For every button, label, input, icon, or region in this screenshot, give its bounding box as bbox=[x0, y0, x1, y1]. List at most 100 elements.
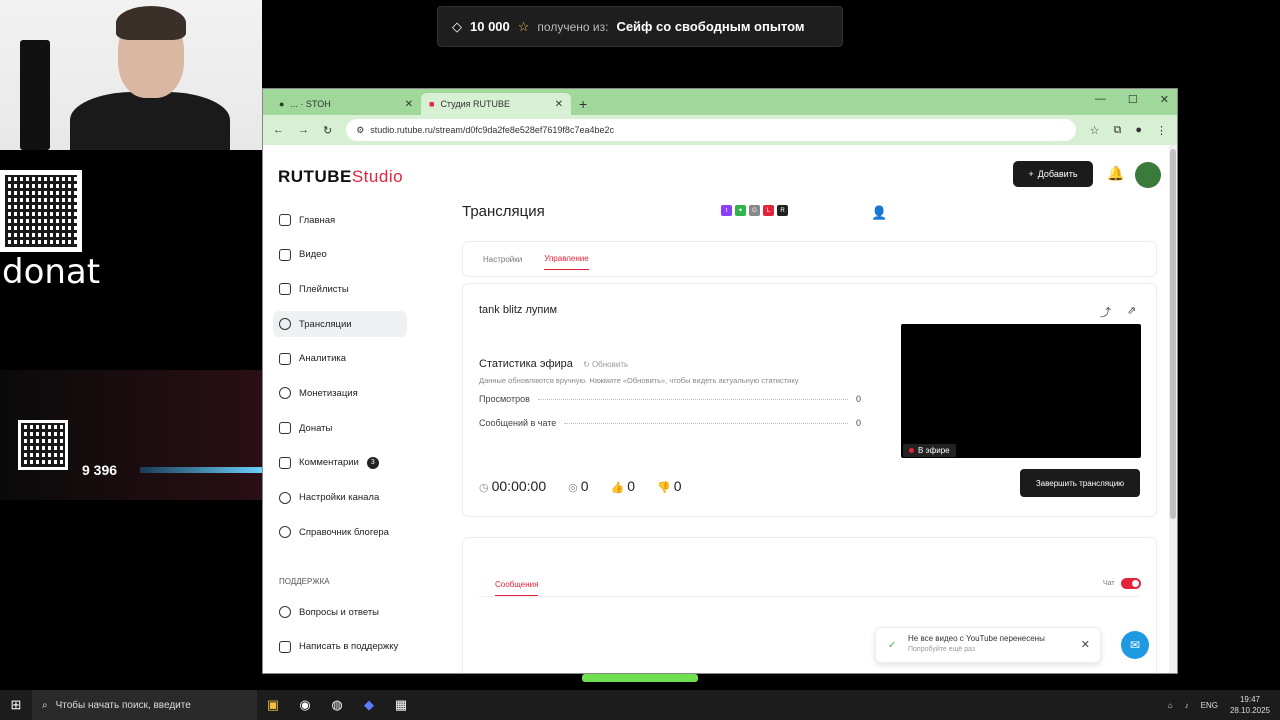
file-explorer-icon[interactable]: ▣ bbox=[257, 690, 289, 720]
address-bar-row: ← → ↻ ⚙ studio.rutube.ru/stream/d0fc9da2… bbox=[263, 115, 1177, 145]
window-controls: — ☐ ✕ bbox=[1095, 93, 1169, 106]
external-link-icon[interactable]: ⇗ bbox=[1127, 304, 1136, 317]
close-tab-icon[interactable]: ✕ bbox=[555, 99, 563, 110]
chrome-icon[interactable]: ◉ bbox=[289, 690, 321, 720]
sidebar-item-monetization[interactable]: Монетизация bbox=[273, 380, 407, 406]
alert-toast: ◇ 10 000 ☆ получено из: Сейф со свободны… bbox=[437, 6, 843, 47]
maximize-icon[interactable]: ☐ bbox=[1128, 93, 1138, 106]
tab-label: Студия RUTUBE bbox=[440, 99, 511, 109]
viewers-icon: ◎ bbox=[568, 482, 578, 494]
sidebar-item-label: Настройки канала bbox=[299, 492, 380, 503]
reload-icon[interactable]: ↻ bbox=[323, 124, 332, 137]
sidebar-item-blogger-guide[interactable]: Справочник блогера bbox=[273, 519, 407, 545]
taskbar-search[interactable]: ⌕ Чтобы начать поиск, введите bbox=[32, 690, 257, 720]
close-tab-icon[interactable]: ✕ bbox=[405, 99, 413, 110]
url-field[interactable]: ⚙ studio.rutube.ru/stream/d0fc9da2fe8e52… bbox=[346, 119, 1076, 141]
bookmark-star-icon[interactable]: ☆ bbox=[1090, 124, 1100, 137]
tab-management[interactable]: Управление bbox=[544, 254, 589, 270]
stat-value: 0 bbox=[855, 418, 861, 428]
sidebar-item-home[interactable]: Главная bbox=[273, 207, 407, 233]
browser-tab-stoh[interactable]: ● ... · STOH ✕ bbox=[271, 93, 421, 115]
user-icon[interactable]: 👤 bbox=[871, 205, 887, 221]
bell-icon[interactable]: 🔔 bbox=[1107, 165, 1124, 182]
clock-icon: ◷ bbox=[479, 482, 489, 494]
star-icon: ☆ bbox=[517, 18, 530, 34]
sidebar-item-comments[interactable]: Комментарии 3 bbox=[273, 450, 407, 476]
chat-toggle[interactable] bbox=[1121, 578, 1141, 589]
tab-settings[interactable]: Настройки bbox=[483, 255, 522, 264]
sidebar-item-faq[interactable]: Вопросы и ответы bbox=[273, 599, 413, 625]
sidebar-item-label: Видео bbox=[299, 249, 327, 261]
messenger-icon[interactable]: ◆ bbox=[353, 690, 385, 720]
windows-start-icon[interactable]: ⊞ bbox=[0, 690, 32, 720]
network-icon[interactable]: ⌂ bbox=[1168, 701, 1173, 710]
menu-icon[interactable]: ⋮ bbox=[1156, 124, 1167, 137]
share-icon[interactable]: ⤴ bbox=[1100, 304, 1111, 320]
platform-green-icon[interactable]: ✦ bbox=[735, 205, 746, 216]
url-text: studio.rutube.ru/stream/d0fc9da2fe8e528e… bbox=[370, 125, 614, 135]
person-body bbox=[70, 92, 230, 150]
platform-dark-icon[interactable]: R bbox=[777, 205, 788, 216]
overlay-strip bbox=[582, 674, 698, 682]
sidebar-item-analytics[interactable]: Аналитика bbox=[273, 346, 407, 372]
platform-icons: t ✦ G L R bbox=[721, 205, 788, 216]
google-icon[interactable]: G bbox=[749, 205, 760, 216]
viewers-count: 0 bbox=[580, 478, 589, 494]
sidebar-item-playlists[interactable]: Плейлисты bbox=[273, 276, 407, 302]
app-icon[interactable]: ▦ bbox=[385, 690, 417, 720]
sidebar-item-streams[interactable]: Трансляции bbox=[273, 311, 407, 338]
search-icon: ⌕ bbox=[42, 699, 48, 711]
close-notification-icon[interactable]: ✕ bbox=[1081, 638, 1090, 651]
volume-icon[interactable]: ♪ bbox=[1185, 701, 1189, 710]
qr-code-large bbox=[0, 170, 82, 252]
minimize-icon[interactable]: — bbox=[1095, 93, 1106, 106]
profile-icon[interactable]: ● bbox=[1135, 124, 1142, 136]
support-heading: ПОДДЕРЖКА bbox=[279, 577, 330, 586]
sidebar-item-channel-settings[interactable]: Настройки канала bbox=[273, 485, 407, 511]
toast-from: получено из: bbox=[537, 19, 609, 34]
microphone bbox=[20, 40, 50, 150]
twitch-icon[interactable]: t bbox=[721, 205, 732, 216]
live-label: В эфире bbox=[918, 446, 950, 455]
stream-counters: ◷ 00:00:00 ◎ 0 👍 0 👎 0 bbox=[479, 478, 682, 494]
sidebar-item-label: Справочник блогера bbox=[299, 526, 389, 538]
obs-icon[interactable]: ◍ bbox=[321, 690, 353, 720]
search-placeholder: Чтобы начать поиск, введите bbox=[55, 699, 191, 711]
sidebar-item-label: Плейлисты bbox=[299, 283, 349, 295]
dislikes-count: 0 bbox=[673, 478, 682, 494]
stream-preview[interactable] bbox=[901, 324, 1141, 458]
tab-messages[interactable]: Сообщения bbox=[495, 580, 539, 596]
refresh-button[interactable]: ↻ Обновить bbox=[583, 360, 628, 369]
live-platform-icon[interactable]: L bbox=[763, 205, 774, 216]
gear-icon bbox=[279, 491, 291, 504]
live-badge: В эфире bbox=[903, 444, 956, 457]
end-stream-button[interactable]: Завершить трансляцию bbox=[1020, 469, 1140, 497]
taskbar: ⊞ ⌕ Чтобы начать поиск, введите ▣ ◉ ◍ ◆ ▦… bbox=[0, 690, 1280, 720]
webcam-feed bbox=[0, 0, 262, 150]
sidebar-item-donations[interactable]: Донаты bbox=[273, 415, 407, 441]
extensions-icon[interactable]: ⧉ bbox=[1113, 124, 1121, 137]
close-window-icon[interactable]: ✕ bbox=[1160, 93, 1169, 106]
plus-icon: + bbox=[1028, 169, 1034, 179]
sidebar-item-contact-support[interactable]: Написать в поддержку bbox=[273, 634, 413, 660]
sidebar-item-label: Вопросы и ответы bbox=[299, 606, 380, 618]
browser-tab-rutube[interactable]: ■ Студия RUTUBE ✕ bbox=[421, 93, 571, 115]
notification-subtitle[interactable]: Попробуйте ещё раз bbox=[908, 646, 1092, 653]
sidebar-item-videos[interactable]: Видео bbox=[273, 242, 407, 268]
sidebar-item-label: Донаты bbox=[299, 422, 333, 434]
language-indicator[interactable]: ENG bbox=[1201, 701, 1218, 710]
scrollbar[interactable] bbox=[1169, 145, 1177, 673]
back-icon[interactable]: ← bbox=[273, 124, 284, 136]
support-section: Вопросы и ответы Написать в поддержку bbox=[273, 599, 413, 668]
stat-value: 0 bbox=[855, 394, 861, 404]
new-tab-button[interactable]: + bbox=[579, 93, 587, 115]
add-button[interactable]: + Добавить bbox=[1013, 161, 1093, 187]
rutube-studio-logo[interactable]: RUTUBEStudio bbox=[278, 167, 403, 187]
info-icon bbox=[279, 526, 291, 539]
help-chat-button[interactable]: ✉ bbox=[1121, 631, 1149, 659]
forward-icon[interactable]: → bbox=[298, 124, 309, 136]
site-info-icon[interactable]: ⚙ bbox=[356, 125, 364, 136]
clock[interactable]: 19:47 28.10.2025 bbox=[1230, 694, 1270, 716]
chat-bubble-icon: ✉ bbox=[1129, 638, 1141, 652]
avatar[interactable] bbox=[1135, 162, 1161, 188]
